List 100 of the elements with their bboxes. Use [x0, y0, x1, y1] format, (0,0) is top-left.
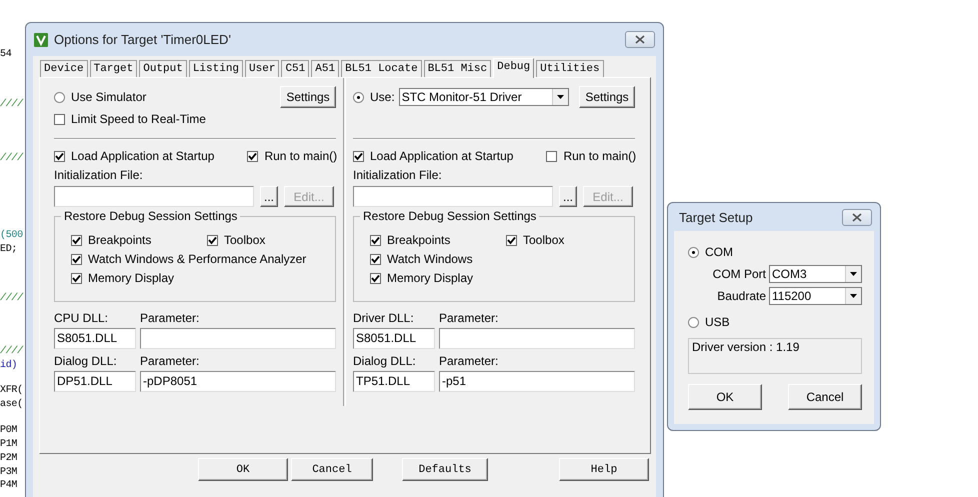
- field-label: CPU DLL:: [54, 311, 110, 325]
- tab[interactable]: User: [245, 60, 280, 77]
- code-fragment: P0M: [0, 424, 18, 438]
- checkbox[interactable]: [370, 254, 381, 264]
- tab[interactable]: C51: [281, 60, 310, 77]
- checkbox[interactable]: [71, 234, 82, 246]
- dropdown[interactable]: COM3: [769, 265, 862, 283]
- code-fragment: ////: [0, 292, 23, 306]
- group-title: Restore Debug Session Settings: [61, 209, 240, 223]
- dialog-button[interactable]: OK: [688, 384, 762, 410]
- radio-label: USB: [705, 315, 730, 329]
- radio-label: COM: [705, 245, 733, 259]
- close-button[interactable]: [842, 208, 872, 226]
- dropdown[interactable]: 115200: [769, 287, 862, 305]
- browse-button[interactable]: ...: [260, 186, 278, 207]
- tab[interactable]: Device: [40, 60, 88, 77]
- checkbox-label: Run to main(): [264, 149, 338, 163]
- radio-button[interactable]: [54, 92, 65, 102]
- driver-dropdown[interactable]: STC Monitor-51 Driver: [398, 88, 569, 106]
- input-field[interactable]: S8051.DLL: [353, 328, 435, 349]
- radio-button[interactable]: [688, 246, 699, 258]
- input-field[interactable]: [54, 186, 254, 207]
- checkbox[interactable]: [546, 150, 558, 162]
- close-icon: [852, 212, 862, 222]
- code-fragment: P2M: [0, 452, 18, 466]
- tab[interactable]: BL51 Locate: [341, 60, 422, 77]
- tab[interactable]: Target: [90, 60, 138, 77]
- dropdown-arrow-icon: [556, 95, 564, 99]
- tab[interactable]: Utilities: [536, 60, 604, 77]
- browse-button[interactable]: ...: [559, 186, 577, 207]
- code-fragment: ase(: [0, 398, 23, 412]
- checkbox-label: Watch Windows: [387, 252, 473, 266]
- code-fragment: P4M: [0, 479, 18, 493]
- tab[interactable]: Output: [139, 60, 187, 77]
- checkbox-label: Memory Display: [387, 271, 474, 285]
- checkbox[interactable]: [54, 114, 65, 124]
- field-label: Parameter:: [140, 311, 200, 325]
- input-field[interactable]: -pDP8051: [140, 371, 336, 392]
- code-fragment: ED;: [0, 243, 18, 257]
- code-fragment: (500: [0, 229, 23, 243]
- code-fragment: id): [0, 359, 18, 373]
- app-logo-icon: [34, 32, 48, 46]
- checkbox[interactable]: [207, 234, 218, 246]
- input-field[interactable]: [439, 328, 635, 349]
- checkbox-label: Breakpoints: [88, 233, 152, 247]
- dialog-button[interactable]: Help: [559, 458, 649, 481]
- field-label: Dialog DLL:: [54, 354, 118, 368]
- window-title: Target Setup: [679, 210, 754, 224]
- checkbox-label: Watch Windows & Performance Analyzer: [88, 252, 306, 266]
- checkbox[interactable]: [247, 150, 258, 162]
- tab[interactable]: BL51 Misc: [424, 60, 492, 77]
- field-label: Parameter:: [140, 354, 200, 368]
- checkbox-label: Load Application at Startup: [71, 149, 214, 163]
- checkbox[interactable]: [353, 150, 364, 162]
- field-label: Driver DLL:: [353, 311, 415, 325]
- radio-button[interactable]: [353, 92, 364, 102]
- dialog-button[interactable]: Cancel: [291, 458, 373, 481]
- checkbox[interactable]: [71, 254, 82, 264]
- tab[interactable]: A51: [311, 60, 340, 77]
- checkbox[interactable]: [506, 234, 517, 246]
- checkbox[interactable]: [370, 234, 381, 246]
- dialog-button[interactable]: OK: [198, 458, 288, 481]
- field-label: Parameter:: [439, 311, 500, 325]
- input-field[interactable]: [140, 328, 336, 349]
- dropdown-arrow-icon: [850, 272, 857, 276]
- checkbox[interactable]: [54, 150, 65, 162]
- tab[interactable]: Listing: [188, 60, 244, 77]
- input-field[interactable]: TP51.DLL: [353, 371, 435, 392]
- window-title: Options for Target 'Timer0LED': [54, 32, 232, 47]
- dropdown-arrow-icon: [850, 294, 857, 298]
- code-fragment: XFR(: [0, 384, 23, 398]
- input-field[interactable]: DP51.DLL: [54, 371, 136, 392]
- tab[interactable]: Debug: [493, 58, 534, 78]
- field-label: Initialization File:: [54, 168, 144, 182]
- input-field[interactable]: S8051.DLL: [54, 328, 136, 349]
- code-fragment: ////: [0, 152, 23, 166]
- close-icon: [635, 35, 645, 44]
- checkbox[interactable]: [370, 272, 381, 284]
- input-field[interactable]: -p51: [439, 371, 635, 392]
- code-fragment: ////: [0, 98, 23, 112]
- input-field[interactable]: [353, 186, 553, 207]
- checkbox-label: Memory Display: [88, 271, 174, 285]
- checkbox-label: Limit Speed to Real-Time: [71, 112, 206, 126]
- radio-label: Use:: [370, 90, 395, 104]
- field-label: COM Port: [712, 267, 766, 281]
- settings-button[interactable]: Settings: [280, 86, 336, 108]
- checkbox-label: Breakpoints: [387, 233, 450, 247]
- settings-button[interactable]: Settings: [579, 86, 635, 108]
- code-fragment: P3M: [0, 466, 18, 480]
- field-label: Initialization File:: [353, 168, 443, 182]
- checkbox[interactable]: [71, 272, 82, 284]
- close-button[interactable]: [625, 31, 655, 48]
- code-fragment: P1M: [0, 438, 18, 452]
- field-label: Parameter:: [439, 354, 500, 368]
- info-box: Driver version : 1.19: [688, 338, 862, 374]
- dialog-button[interactable]: Defaults: [402, 458, 488, 481]
- radio-button[interactable]: [688, 316, 699, 328]
- checkbox-label: Toolbox: [523, 233, 564, 247]
- dialog-button[interactable]: Cancel: [788, 384, 862, 410]
- code-fragment: 54: [0, 48, 12, 62]
